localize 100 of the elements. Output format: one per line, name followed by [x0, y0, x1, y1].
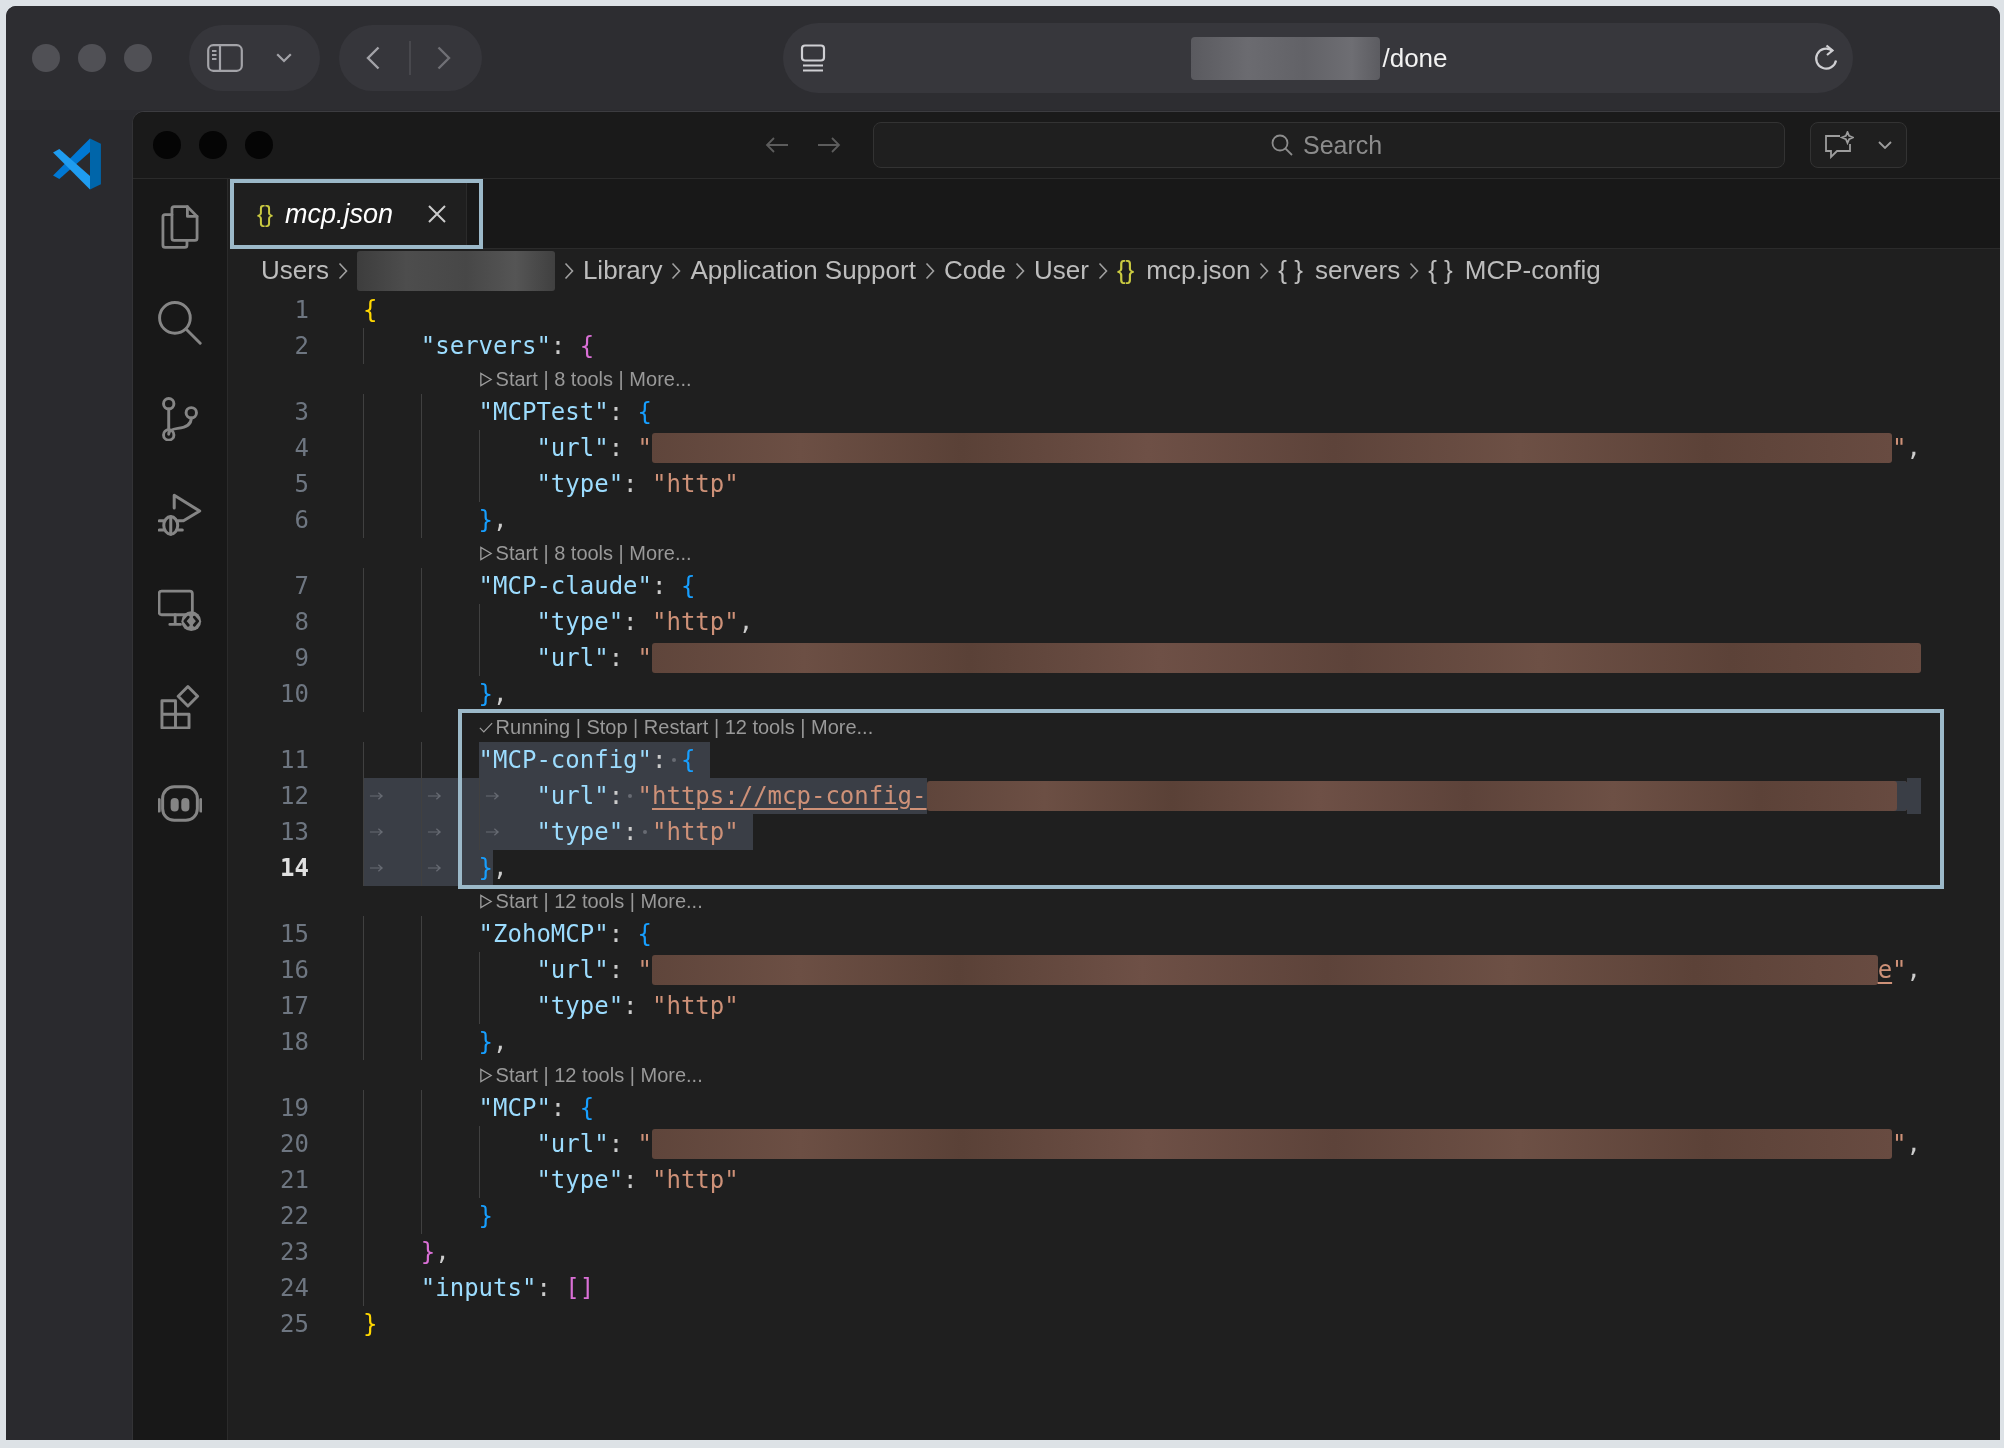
property-name: "ZohoMCP" [478, 919, 609, 950]
chevron-right-icon [563, 261, 574, 280]
string-value: " [1892, 433, 1907, 464]
code-lens-actions[interactable]: Start | 12 tools | More... [495, 889, 703, 913]
arrow-left-icon[interactable] [765, 136, 789, 154]
bracket: [] [565, 1273, 595, 1304]
property-name: "type" [536, 469, 624, 500]
chevron-right-icon[interactable] [437, 46, 451, 70]
line-number: 1 [293, 295, 309, 326]
chevron-left-icon[interactable] [366, 46, 380, 70]
breadcrumb-item[interactable]: servers [1314, 255, 1401, 286]
space-dot-icon [642, 830, 647, 834]
chevron-right-icon [1409, 261, 1420, 280]
blocks-icon[interactable] [158, 685, 202, 729]
line-number: 5 [293, 469, 309, 500]
property-name: "type" [536, 607, 624, 638]
punctuation: : [608, 643, 625, 674]
line-number: 7 [293, 571, 309, 602]
line-number: 8 [293, 607, 309, 638]
property-name: "url" [536, 1129, 609, 1160]
url-link[interactable]: https://mcp-config- [652, 778, 927, 814]
address-bar[interactable]: /done [783, 23, 1853, 93]
property-name: "url" [536, 955, 609, 986]
code-lens-actions[interactable]: Start | 12 tools | More... [495, 1063, 703, 1087]
line-number: 11 [279, 745, 309, 776]
property-name: "type" [536, 814, 624, 850]
url-text: /done [1382, 42, 1448, 74]
breadcrumb-item[interactable]: Application Support [690, 255, 916, 286]
code-lens-actions[interactable]: Start | 8 tools | More... [495, 541, 692, 565]
bracket: } [420, 1237, 436, 1268]
breadcrumb-item[interactable]: Users [261, 255, 329, 286]
close-icon[interactable] [427, 204, 447, 224]
url-link[interactable]: e [1877, 952, 1893, 988]
search-input[interactable]: Search [1303, 130, 1387, 160]
punctuation: : [550, 331, 567, 362]
property-name: "MCP" [478, 1093, 551, 1124]
line-number: 16 [279, 955, 309, 986]
code-lens-actions[interactable]: Start | 8 tools | More... [495, 367, 692, 391]
string-value: " [1892, 955, 1907, 986]
play-bug-icon[interactable] [158, 493, 202, 537]
braces-icon: { } [1428, 255, 1453, 286]
punctuation: : [623, 607, 639, 638]
play-icon[interactable] [478, 371, 493, 387]
breadcrumb-item[interactable]: Code [943, 255, 1007, 286]
monitor-icon[interactable] [158, 589, 202, 633]
punctuation: : [608, 919, 625, 950]
line-number: 15 [279, 919, 309, 950]
line-number: 21 [279, 1165, 309, 1196]
breadcrumb-item[interactable]: User [1034, 255, 1089, 286]
bracket: { [637, 397, 652, 428]
bracket: } [478, 1027, 494, 1058]
chevron-right-icon [1259, 261, 1270, 280]
property-name: "MCP-claude" [478, 571, 652, 602]
punctuation: : [652, 571, 668, 602]
space-dot-icon [671, 758, 676, 762]
chat-sparkle-icon [1824, 131, 1854, 159]
play-icon[interactable] [478, 1067, 493, 1083]
chevron-down-icon [1878, 141, 1892, 149]
property-name: "type" [536, 991, 624, 1022]
bracket: { [637, 919, 652, 950]
chevron-down-icon [276, 53, 292, 63]
tab-arrow-icon [369, 863, 384, 873]
code-lens-actions[interactable]: Running | Stop | Restart | 12 tools | More... [495, 715, 874, 739]
play-icon[interactable] [478, 893, 493, 909]
braces-icon: {} [1116, 255, 1135, 286]
tab-arrow-icon [426, 827, 442, 837]
punctuation: , [738, 607, 754, 638]
line-number: 20 [279, 1129, 309, 1160]
breadcrumb-item[interactable]: mcp.json [1146, 255, 1251, 286]
line-number: 3 [293, 397, 309, 428]
property-name: "MCPTest" [478, 397, 609, 428]
line-number: 12 [279, 781, 309, 812]
play-icon[interactable] [478, 545, 493, 561]
punctuation: : [623, 991, 639, 1022]
selection-highlight [1906, 778, 1921, 814]
chat-button[interactable] [1810, 122, 1907, 168]
punctuation: : [623, 1165, 639, 1196]
line-number: 13 [279, 817, 309, 848]
search-icon [1271, 134, 1293, 156]
tab-arrow-icon [369, 827, 384, 837]
string-value: "http" [652, 607, 739, 638]
chevron-right-icon [1097, 261, 1108, 280]
line-number: 23 [279, 1237, 309, 1268]
string-value: "http" [652, 814, 739, 850]
breadcrumb-item[interactable]: Library [582, 255, 663, 286]
property-name: "type" [536, 1165, 624, 1196]
punctuation: : [623, 469, 639, 500]
property-name: "url" [536, 778, 609, 814]
arrow-right-icon[interactable] [817, 136, 841, 154]
search-icon[interactable] [158, 301, 202, 345]
reload-icon[interactable] [1813, 44, 1839, 72]
string-value: " [637, 1129, 652, 1160]
punctuation: : [623, 814, 638, 850]
page-icon [800, 44, 826, 72]
tab-arrow-icon [369, 791, 384, 801]
bracket: { [579, 1093, 595, 1124]
breadcrumb-item[interactable]: MCP-config [1464, 255, 1601, 286]
bracket: } [478, 1201, 494, 1232]
punctuation: : [608, 433, 625, 464]
punctuation: , [435, 1237, 450, 1268]
